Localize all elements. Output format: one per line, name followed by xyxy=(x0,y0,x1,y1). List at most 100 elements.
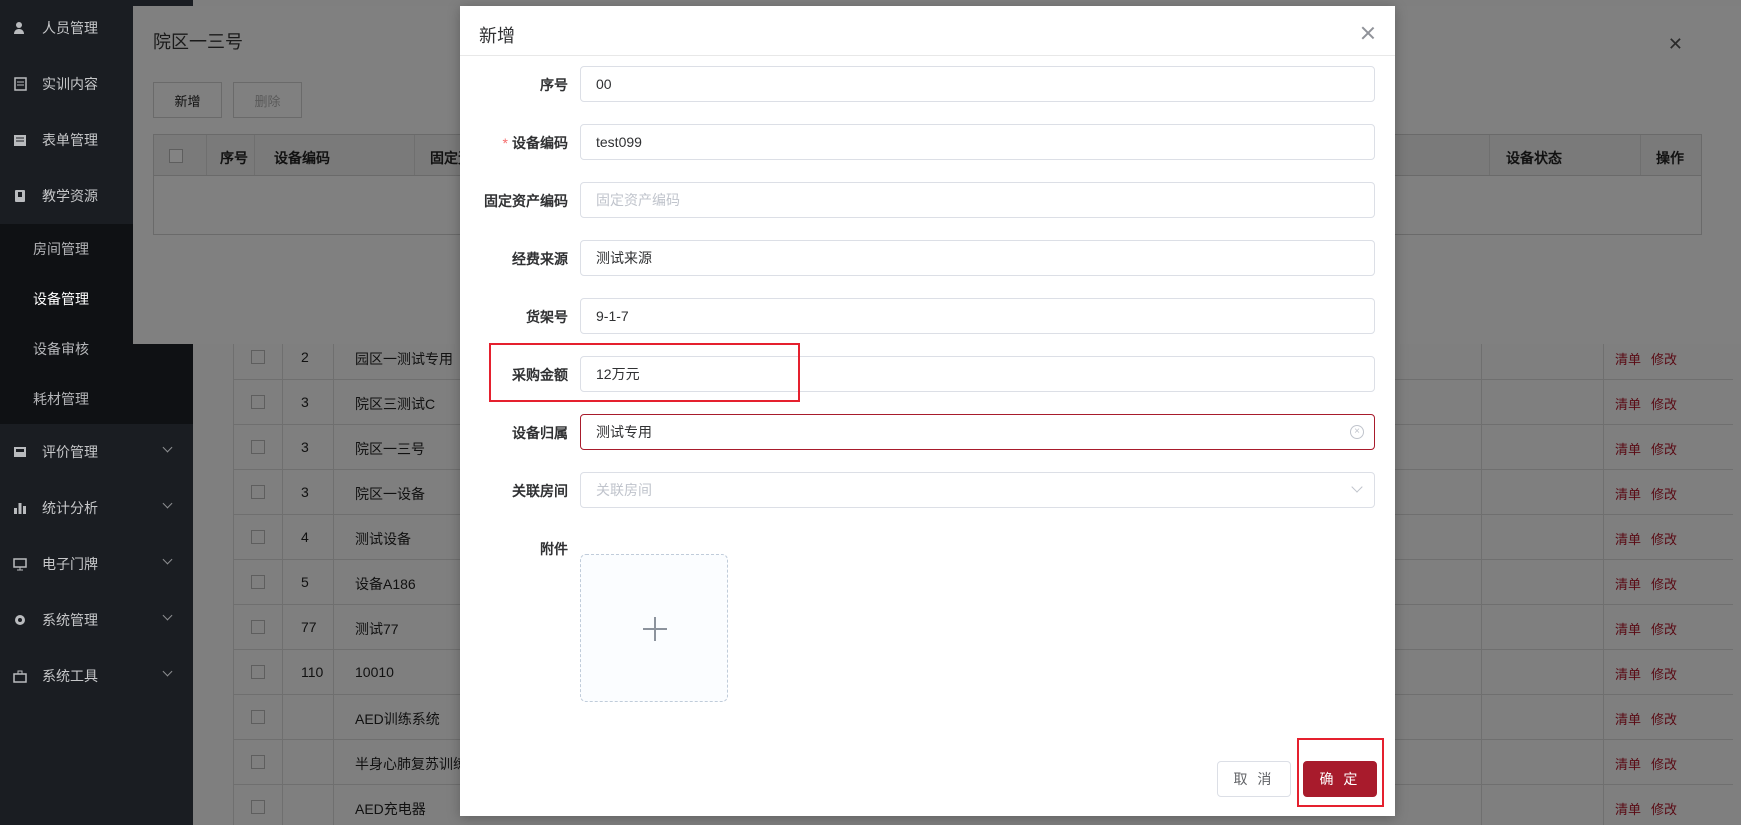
sidebar-item-label: 系统管理 xyxy=(42,612,98,628)
row-edit-link[interactable]: 修改 xyxy=(1651,709,1677,728)
row-edit-link[interactable]: 修改 xyxy=(1651,574,1677,593)
select-all-checkbox[interactable] xyxy=(169,149,183,163)
document-icon xyxy=(12,77,28,91)
sidebar-item-label: 评价管理 xyxy=(42,444,98,460)
row-edit-link[interactable]: 修改 xyxy=(1651,664,1677,683)
row-checkbox[interactable] xyxy=(251,800,265,814)
row-checkbox[interactable] xyxy=(251,575,265,589)
row-edit-link[interactable]: 修改 xyxy=(1651,394,1677,413)
plus-icon xyxy=(654,617,656,641)
row-list-link[interactable]: 清单 xyxy=(1615,394,1641,413)
dialog-header: 新增 xyxy=(460,6,1395,56)
toolbox-icon xyxy=(12,669,28,683)
funding-source-input[interactable] xyxy=(580,240,1375,276)
row-checkbox[interactable] xyxy=(251,350,265,364)
sidebar-item-statistics[interactable]: 统计分析 xyxy=(0,480,193,536)
row-list-link[interactable]: 清单 xyxy=(1615,619,1641,638)
row-checkbox[interactable] xyxy=(251,395,265,409)
close-icon[interactable] xyxy=(1361,26,1375,40)
row-checkbox[interactable] xyxy=(251,710,265,724)
row-list-link[interactable]: 清单 xyxy=(1615,664,1641,683)
row-list-link[interactable]: 清单 xyxy=(1615,529,1641,548)
add-button[interactable]: 新增 xyxy=(153,82,222,118)
sidebar-item-label: 人员管理 xyxy=(42,20,98,36)
column-divider xyxy=(233,325,234,825)
sidebar-sub-label: 设备管理 xyxy=(33,291,89,307)
asset-code-label: 固定资产编码 xyxy=(484,193,568,209)
serial-input[interactable] xyxy=(580,66,1375,102)
column-header-serial: 序号 xyxy=(220,150,248,166)
row-list-link[interactable]: 清单 xyxy=(1615,709,1641,728)
shelf-no-input[interactable] xyxy=(580,298,1375,334)
gear-icon xyxy=(12,613,28,627)
column-divider xyxy=(206,135,207,175)
row-list-link[interactable]: 清单 xyxy=(1615,439,1641,458)
row-edit-link[interactable]: 修改 xyxy=(1651,529,1677,548)
row-checkbox[interactable] xyxy=(251,440,265,454)
sidebar-sub-consumables[interactable]: 耗材管理 xyxy=(0,374,193,424)
purchase-amount-input[interactable] xyxy=(580,356,1375,392)
row-list-link[interactable]: 清单 xyxy=(1615,754,1641,773)
chevron-down-icon xyxy=(162,666,173,677)
column-header-actions: 操作 xyxy=(1656,150,1684,166)
sidebar-item-evaluation[interactable]: 评价管理 xyxy=(0,424,193,480)
sidebar-item-label: 系统工具 xyxy=(42,668,98,684)
chevron-down-icon xyxy=(162,610,173,621)
room-select[interactable] xyxy=(580,472,1375,508)
confirm-button[interactable]: 确 定 xyxy=(1303,761,1377,797)
row-serial: 2 xyxy=(301,349,309,365)
ownership-input[interactable] xyxy=(580,414,1375,450)
row-serial: 3 xyxy=(301,439,309,455)
row-edit-link[interactable]: 修改 xyxy=(1651,799,1677,818)
row-device-name: 设备A186 xyxy=(355,576,416,592)
sidebar-sub-label: 耗材管理 xyxy=(33,391,89,407)
row-checkbox[interactable] xyxy=(251,665,265,679)
sidebar-item-doorplate[interactable]: 电子门牌 xyxy=(0,536,193,592)
serial-label: 序号 xyxy=(540,77,568,93)
row-list-link[interactable]: 清单 xyxy=(1615,484,1641,503)
row-edit-link[interactable]: 修改 xyxy=(1651,484,1677,503)
ownership-label: 设备归属 xyxy=(512,425,568,441)
delete-button[interactable]: 删除 xyxy=(233,82,302,118)
form-row-room: 关联房间 xyxy=(460,472,1395,508)
cancel-button[interactable]: 取 消 xyxy=(1217,761,1291,797)
form-row-serial: 序号 xyxy=(460,66,1395,102)
column-divider xyxy=(1489,135,1490,175)
funding-source-label: 经费来源 xyxy=(512,251,568,267)
clear-icon[interactable]: × xyxy=(1350,425,1364,439)
row-list-link[interactable]: 清单 xyxy=(1615,799,1641,818)
row-checkbox[interactable] xyxy=(251,755,265,769)
row-list-link[interactable]: 清单 xyxy=(1615,574,1641,593)
attachment-label: 附件 xyxy=(540,541,568,557)
row-checkbox[interactable] xyxy=(251,620,265,634)
row-edit-link[interactable]: 修改 xyxy=(1651,619,1677,638)
row-list-link[interactable]: 清单 xyxy=(1615,349,1641,368)
row-checkbox[interactable] xyxy=(251,485,265,499)
sidebar-item-tools[interactable]: 系统工具 xyxy=(0,648,193,704)
sidebar-item-system[interactable]: 系统管理 xyxy=(0,592,193,648)
column-divider xyxy=(282,325,283,825)
user-icon xyxy=(12,21,28,35)
row-edit-link[interactable]: 修改 xyxy=(1651,754,1677,773)
chevron-down-icon xyxy=(162,442,173,453)
row-checkbox[interactable] xyxy=(251,530,265,544)
row-serial: 3 xyxy=(301,484,309,500)
asset-code-input[interactable] xyxy=(580,182,1375,218)
room-label: 关联房间 xyxy=(512,483,568,499)
column-divider xyxy=(1481,325,1482,825)
row-edit-link[interactable]: 修改 xyxy=(1651,349,1677,368)
column-divider xyxy=(1603,325,1604,825)
form-icon xyxy=(12,133,28,147)
row-serial: 110 xyxy=(301,664,324,680)
device-code-input[interactable] xyxy=(580,124,1375,160)
column-divider xyxy=(414,135,415,175)
row-serial: 3 xyxy=(301,394,309,410)
attachment-upload[interactable] xyxy=(580,554,728,702)
row-device-name: AED充电器 xyxy=(355,801,426,817)
sidebar-item-label: 教学资源 xyxy=(42,188,98,204)
device-code-label-text: 设备编码 xyxy=(512,135,568,151)
close-icon[interactable]: ✕ xyxy=(1668,34,1683,55)
row-edit-link[interactable]: 修改 xyxy=(1651,439,1677,458)
form-row-device-code: * 设备编码 xyxy=(460,124,1395,160)
sidebar-sub-label: 设备审核 xyxy=(33,341,89,357)
